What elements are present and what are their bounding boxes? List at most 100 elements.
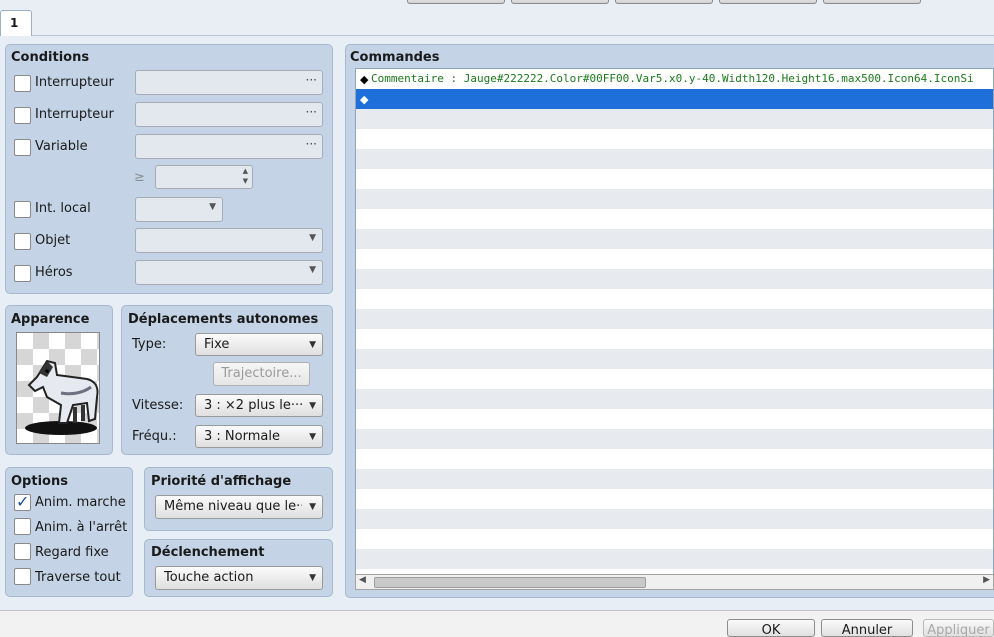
command-text: Commentaire : Jauge#222222.Color#00FF00.… <box>371 72 974 85</box>
command-empty-row[interactable] <box>356 449 993 469</box>
command-empty-row[interactable] <box>356 109 993 129</box>
direction-fix-label: Regard fixe <box>35 545 109 560</box>
chevron-down-icon: ▼ <box>309 432 316 442</box>
variable-checkbox[interactable] <box>14 139 31 156</box>
actor-label: Héros <box>35 265 73 280</box>
variable-label: Variable <box>35 139 88 154</box>
toolbar-button-2[interactable] <box>511 0 609 4</box>
command-row-selected[interactable]: ◆ <box>356 89 993 109</box>
command-empty-row[interactable] <box>356 349 993 369</box>
priority-select[interactable]: Même niveau que le··· ▼ <box>155 495 323 519</box>
command-empty-row[interactable] <box>356 429 993 449</box>
item-label: Objet <box>35 233 71 248</box>
command-empty-row[interactable] <box>356 409 993 429</box>
through-label: Traverse tout <box>35 570 121 585</box>
chevron-down-icon: ▼ <box>209 202 216 212</box>
switch-2-label: Interrupteur <box>35 107 114 122</box>
chevron-down-icon: ▼ <box>309 340 316 350</box>
chevron-down-icon: ▼ <box>309 573 316 583</box>
browse-icon[interactable]: ··· <box>306 137 317 151</box>
chevron-down-icon: ▼ <box>309 401 316 411</box>
command-diamond-icon: ◆ <box>360 73 369 86</box>
actor-checkbox[interactable] <box>14 265 31 282</box>
spin-up-icon[interactable]: ▲ <box>243 167 248 175</box>
speed-value: 3 : ×2 plus le··· <box>204 398 302 413</box>
command-list[interactable]: ◆ Commentaire : Jauge#222222.Color#00FF0… <box>355 68 994 578</box>
chevron-down-icon: ▼ <box>309 265 316 275</box>
command-empty-row[interactable] <box>356 309 993 329</box>
walking-anim-checkbox[interactable] <box>14 492 31 511</box>
command-empty-row[interactable] <box>356 329 993 349</box>
variable-field[interactable]: ··· <box>135 134 323 159</box>
commands-title: Commandes <box>350 50 440 65</box>
trigger-select[interactable]: Touche action ▼ <box>155 566 323 590</box>
local-switch-label: Int. local <box>35 201 91 216</box>
movement-type-label: Type: <box>132 337 167 352</box>
browse-icon[interactable]: ··· <box>306 73 317 87</box>
frequency-value: 3 : Normale <box>204 429 280 444</box>
command-empty-row[interactable] <box>356 229 993 249</box>
autonomous-movement-title: Déplacements autonomes <box>128 312 319 327</box>
spin-down-icon[interactable]: ▼ <box>243 177 248 185</box>
speed-select[interactable]: 3 : ×2 plus le··· ▼ <box>195 394 323 417</box>
route-button[interactable]: Trajectoire... <box>213 362 310 386</box>
conditions-title: Conditions <box>11 50 90 65</box>
command-empty-row[interactable] <box>356 129 993 149</box>
command-empty-row[interactable] <box>356 249 993 269</box>
command-empty-row[interactable] <box>356 549 993 569</box>
local-switch-checkbox[interactable] <box>14 201 31 218</box>
scroll-right-icon[interactable]: ▶ <box>983 575 990 585</box>
command-empty-row[interactable] <box>356 489 993 509</box>
command-empty-row[interactable] <box>356 269 993 289</box>
horse-icon <box>25 359 99 435</box>
command-empty-row[interactable] <box>356 369 993 389</box>
toolbar-button-1[interactable] <box>407 0 505 4</box>
priority-value: Même niveau que le··· <box>164 499 302 514</box>
movement-type-value: Fixe <box>204 337 230 352</box>
scroll-left-icon[interactable]: ◀ <box>359 575 366 585</box>
movement-type-select[interactable]: Fixe ▼ <box>195 333 323 356</box>
command-empty-row[interactable] <box>356 389 993 409</box>
command-empty-row[interactable] <box>356 189 993 209</box>
variable-value-spinner[interactable]: ▲ ▼ <box>155 165 253 189</box>
horizontal-scrollbar[interactable]: ◀ ▶ <box>355 574 994 590</box>
walking-anim-label: Anim. marche <box>35 495 126 510</box>
frequency-select[interactable]: 3 : Normale ▼ <box>195 425 323 448</box>
switch-2-field[interactable]: ··· <box>135 102 323 127</box>
browse-icon[interactable]: ··· <box>306 105 317 119</box>
command-empty-row[interactable] <box>356 509 993 529</box>
command-empty-row[interactable] <box>356 289 993 309</box>
direction-fix-checkbox[interactable] <box>14 543 31 560</box>
toolbar-button-5[interactable] <box>823 0 921 4</box>
command-empty-row[interactable] <box>356 209 993 229</box>
cancel-button[interactable]: Annuler <box>821 619 913 637</box>
tab-page-1[interactable]: 1 <box>0 10 32 37</box>
through-checkbox[interactable] <box>14 568 31 585</box>
switch-1-checkbox[interactable] <box>14 75 31 92</box>
toolbar-button-4[interactable] <box>719 0 817 4</box>
stepping-anim-label: Anim. à l'arrêt <box>35 520 128 535</box>
ok-button[interactable]: OK <box>727 619 815 637</box>
tab-strip <box>0 0 994 36</box>
actor-select[interactable]: ▼ <box>135 260 323 285</box>
chevron-down-icon: ▼ <box>309 502 316 512</box>
local-switch-select[interactable]: ▼ <box>135 197 223 222</box>
command-empty-row[interactable] <box>356 529 993 549</box>
command-row[interactable]: ◆ Commentaire : Jauge#222222.Color#00FF0… <box>356 69 993 89</box>
switch-1-label: Interrupteur <box>35 75 114 90</box>
command-empty-row[interactable] <box>356 169 993 189</box>
apply-button[interactable]: Appliquer <box>923 619 994 637</box>
speed-label: Vitesse: <box>132 398 184 413</box>
stepping-anim-checkbox[interactable] <box>14 518 31 535</box>
command-empty-row[interactable] <box>356 149 993 169</box>
item-select[interactable]: ▼ <box>135 228 323 253</box>
options-title: Options <box>11 474 68 489</box>
scrollbar-thumb[interactable] <box>374 577 646 588</box>
switch-2-checkbox[interactable] <box>14 107 31 124</box>
command-empty-row[interactable] <box>356 469 993 489</box>
item-checkbox[interactable] <box>14 233 31 250</box>
switch-1-field[interactable]: ··· <box>135 70 323 95</box>
character-sprite-preview[interactable] <box>16 332 100 444</box>
toolbar-button-3[interactable] <box>615 0 713 4</box>
priority-title: Priorité d'affichage <box>151 474 292 489</box>
